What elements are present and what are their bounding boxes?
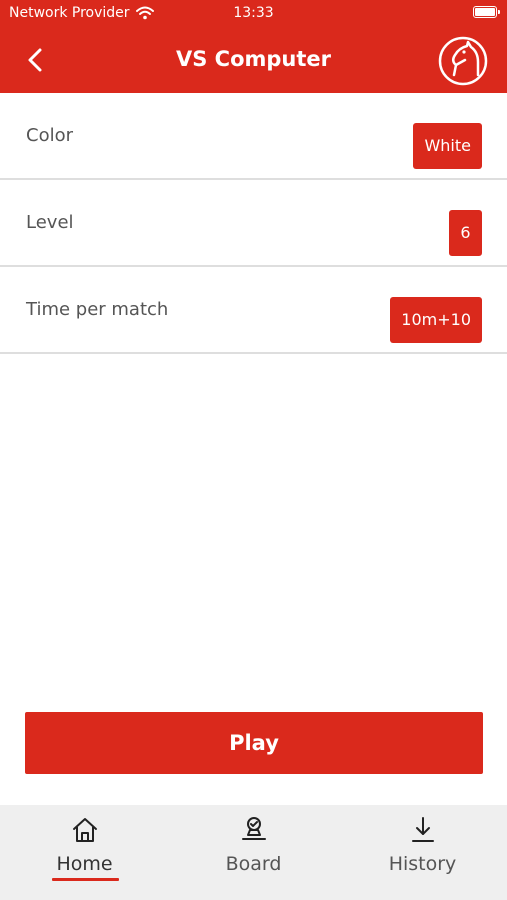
settings-list: Color White Level 6 Time per match 10m+1… [0, 93, 507, 354]
setting-row-level[interactable]: Level 6 [0, 180, 507, 267]
setting-label: Color [26, 125, 73, 146]
page-title: VS Computer [175, 47, 332, 71]
board-icon [241, 817, 266, 840]
setting-label: Level [26, 212, 74, 233]
knight-logo-button[interactable] [437, 35, 489, 87]
nav-bar: VS Computer [0, 28, 507, 93]
tab-label: History [388, 853, 457, 875]
setting-row-color[interactable]: Color White [0, 93, 507, 180]
setting-label: Time per match [26, 299, 169, 320]
level-value-button[interactable]: 6 [449, 210, 482, 256]
tab-label: Board [225, 853, 282, 875]
download-icon [411, 817, 434, 842]
home-icon [72, 818, 97, 842]
play-button[interactable]: Play [25, 712, 483, 774]
active-tab-indicator [52, 878, 119, 881]
tab-board[interactable]: Board [169, 805, 338, 900]
tab-home[interactable]: Home [0, 805, 169, 900]
knight-icon [438, 36, 488, 86]
tab-bar: Home Board History [0, 805, 507, 900]
battery-icon [473, 6, 500, 18]
time-value-button[interactable]: 10m+10 [390, 297, 482, 343]
setting-row-time[interactable]: Time per match 10m+10 [0, 267, 507, 354]
status-bar: Network Provider 13:33 [0, 0, 507, 28]
tab-history[interactable]: History [338, 805, 507, 900]
color-value-button[interactable]: White [413, 123, 482, 169]
tab-label: Home [56, 853, 113, 875]
status-time: 13:33 [233, 5, 274, 21]
